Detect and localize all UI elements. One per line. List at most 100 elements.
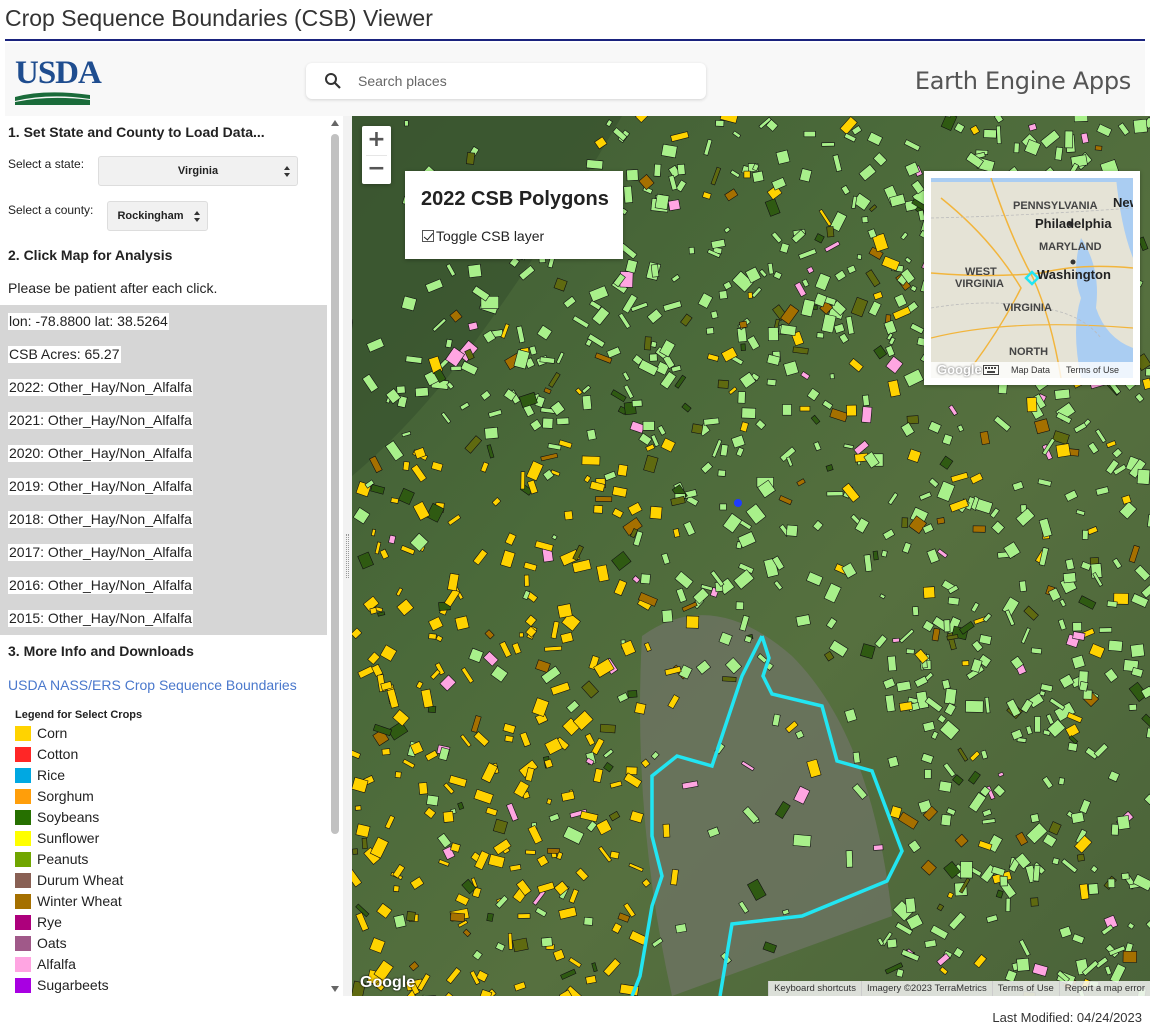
zoom-control: + − [362,126,391,184]
crop-field [1082,689,1093,700]
legend-label: Sunflower [37,830,100,846]
crop-field [872,550,879,561]
crop-field [547,848,560,854]
state-select[interactable]: Virginia [98,156,298,186]
county-label: Select a county: [8,203,94,217]
crop-field [653,163,662,177]
scroll-thumb[interactable] [331,134,339,834]
usda-logo[interactable]: USDA [15,55,102,107]
crop-field [354,805,362,811]
minimap-footer: Google Map Data Terms of Use [931,362,1133,378]
crop-field [504,735,514,743]
crop-field [735,601,744,610]
zoom-in-button[interactable]: + [362,126,391,155]
crop-field [642,420,655,431]
crop-field [486,912,494,922]
crop-field [355,823,371,838]
crop-field [1076,853,1085,862]
scroll-down-icon[interactable] [331,986,339,992]
crop-field [880,549,888,558]
crop-field [557,603,573,619]
crop-field [517,913,531,919]
crop-field [722,676,737,683]
legend-label: Oats [37,935,67,951]
result-year: 2016: Other_Hay/Non_Alfalfa [8,577,193,594]
section-1-heading: 1. Set State and County to Load Data... [8,124,265,140]
crop-field [361,837,368,850]
crop-field [795,614,811,627]
crop-field [799,406,811,412]
crop-field [898,701,913,712]
crop-field [1032,864,1041,882]
crop-field [662,823,671,838]
scroll-up-icon[interactable] [331,120,339,126]
csb-info-link[interactable]: USDA NASS/ERS Crop Sequence Boundaries [8,677,297,693]
crop-field [428,633,437,640]
crop-field [1054,146,1064,161]
crop-field [1013,142,1020,154]
crop-field [599,723,616,734]
crop-field [892,637,900,643]
earth-engine-brand: Earth Engine Apps [914,67,1131,95]
minimap-label-maryland: MARYLAND [1039,241,1102,253]
search-input[interactable] [358,63,688,99]
crop-field [1034,716,1041,733]
crop-field [703,417,720,426]
crop-field [944,688,957,705]
minimap-terms[interactable]: Terms of Use [1066,365,1119,375]
crop-field [595,496,613,502]
splitter-grip-icon[interactable] [346,534,349,578]
crop-field [445,338,453,349]
search-icon [325,73,341,89]
crop-field [1121,872,1130,880]
crop-field [661,609,674,623]
crop-field [743,170,751,179]
crop-field [644,336,652,351]
crop-field [747,292,753,299]
minimap-map-data[interactable]: Map Data [1011,365,1050,375]
legend-swatch [15,768,31,783]
crop-field [352,848,359,855]
layer-checkbox[interactable] [422,230,434,242]
crop-field [649,505,663,520]
legend-label: Winter Wheat [37,893,122,909]
terms-of-use-link[interactable]: Terms of Use [991,981,1059,996]
crop-field [556,417,570,426]
crop-field [640,573,651,585]
report-map-error-link[interactable]: Report a map error [1058,981,1150,996]
patience-note: Please be patient after each click. [8,280,218,296]
crop-field [741,407,757,419]
section-2-heading: 2. Click Map for Analysis [8,247,173,263]
keyboard-shortcuts-link[interactable]: Keyboard shortcuts [768,981,861,996]
crop-field [563,510,574,521]
crop-field [390,497,400,504]
county-select[interactable]: Rockingham [107,201,208,231]
overview-minimap[interactable]: PENNSYLVANIA Philadelphia MARYLAND Washi… [924,171,1140,385]
panel-splitter[interactable] [343,116,352,996]
crop-field [737,391,746,404]
crop-field [736,327,748,343]
panel-scrollbar[interactable] [329,116,341,996]
legend-swatch [15,915,31,930]
zoom-out-button[interactable]: − [362,155,391,184]
crop-field [1051,857,1060,866]
crop-field [454,615,470,631]
map-canvas[interactable]: + − 2022 CSB Polygons Toggle CSB layer P… [352,116,1150,996]
crop-field [1005,897,1011,912]
crop-field [585,975,597,985]
minimap-city-new: New [1113,195,1133,210]
search-box[interactable] [306,63,706,99]
analysis-results: lon: -78.8800 lat: 38.5264 CSB Acres: 65… [0,305,327,635]
keyboard-icon[interactable] [983,365,999,375]
legend-label: Sugarbeets [37,977,109,993]
layer-toggle[interactable]: Toggle CSB layer [422,228,544,244]
crop-field [1016,957,1030,972]
crop-field [544,645,563,652]
minimap-google-logo: Google [937,362,982,377]
crop-field [1030,647,1043,655]
crop-field [1073,116,1089,123]
crop-field [710,310,719,320]
minimap-canvas[interactable]: PENNSYLVANIA Philadelphia MARYLAND Washi… [931,178,1133,378]
crop-field [466,152,476,165]
layer-panel: 2022 CSB Polygons Toggle CSB layer [405,171,623,259]
